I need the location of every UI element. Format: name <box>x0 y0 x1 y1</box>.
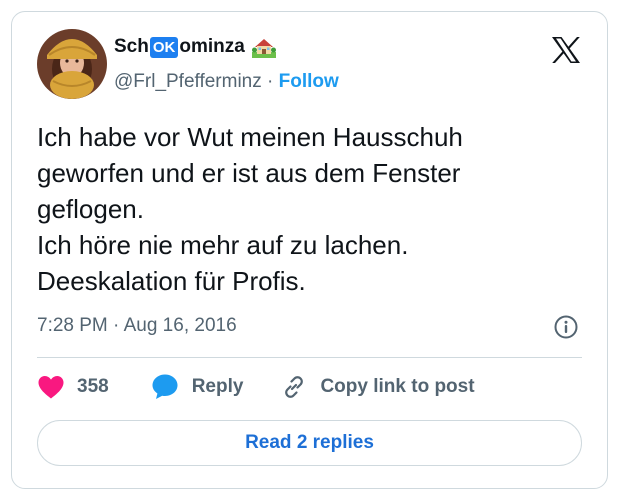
tweet-line: Deeskalation für Profis. <box>37 266 306 296</box>
heart-icon <box>38 375 64 398</box>
tweet-line: Ich höre nie mehr auf zu lachen. <box>37 230 409 260</box>
x-logo-icon[interactable] <box>551 36 581 64</box>
like-button[interactable]: 358 <box>37 374 109 400</box>
author-name[interactable]: Sch OK ominza <box>114 36 276 58</box>
separator-dot: · <box>267 71 274 92</box>
copy-link-label: Copy link to post <box>320 375 475 397</box>
author-handle-row: @Frl_Pfefferminz · Follow <box>114 71 339 93</box>
tweet-line: Ich habe vor Wut meinen Hausschuh <box>37 122 463 152</box>
like-count: 358 <box>77 375 109 397</box>
tweet-text: Ich habe vor Wut meinen Hausschuh geworf… <box>37 119 587 299</box>
link-icon <box>285 375 304 398</box>
reply-button[interactable]: Reply <box>151 373 244 400</box>
author-name-suffix: ominza <box>179 36 245 57</box>
read-replies-button[interactable]: Read 2 replies <box>37 420 582 466</box>
copy-link-button[interactable]: Copy link to post <box>281 374 475 400</box>
author-name-prefix: Sch <box>114 36 149 57</box>
author-handle[interactable]: @Frl_Pfefferminz <box>114 71 262 92</box>
house-with-garden-icon <box>251 36 276 58</box>
divider <box>37 357 582 358</box>
action-bar: 358 Reply Copy link to post <box>37 373 475 400</box>
tweet-card: SchOKominza @Frl_Pfefferminz · Follow <box>11 11 608 489</box>
avatar[interactable] <box>37 29 107 99</box>
follow-link[interactable]: Follow <box>279 71 339 92</box>
speech-bubble-icon <box>152 374 178 399</box>
tweet-timestamp[interactable]: 7:28 PM · Aug 16, 2016 <box>37 315 237 337</box>
ok-badge: OK <box>149 36 179 58</box>
tweet-line: geflogen. <box>37 194 144 224</box>
tweet-line: geworfen und er ist aus dem Fenster <box>37 158 461 188</box>
info-circle-icon[interactable] <box>553 314 579 340</box>
reply-label: Reply <box>191 375 244 397</box>
